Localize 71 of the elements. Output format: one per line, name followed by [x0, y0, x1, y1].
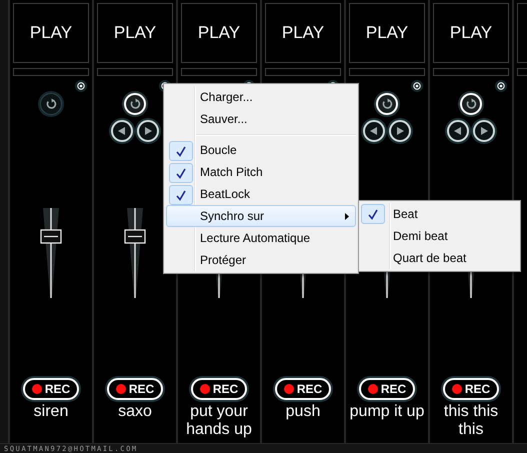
target-button[interactable]: [495, 80, 507, 92]
check-icon: [176, 190, 186, 200]
play-button[interactable]: PLAY: [349, 3, 425, 63]
menu-item[interactable]: Boucle: [166, 139, 356, 161]
menu-item[interactable]: Match Pitch: [166, 161, 356, 183]
track-name: put your hands up: [185, 403, 253, 439]
target-icon: [497, 82, 505, 90]
record-button[interactable]: REC: [107, 378, 163, 400]
checkbox[interactable]: [169, 185, 193, 205]
checkbox[interactable]: [169, 163, 193, 183]
reload-icon: [381, 98, 393, 110]
fader-thumb[interactable]: [40, 229, 62, 244]
record-button[interactable]: REC: [191, 378, 247, 400]
next-button[interactable]: [389, 120, 411, 142]
track-name: pump it up: [348, 403, 426, 421]
checkbox[interactable]: [361, 204, 385, 224]
track-name: push: [284, 403, 322, 421]
menu-item[interactable]: Synchro sur: [166, 205, 356, 227]
previous-button[interactable]: [111, 120, 133, 142]
record-icon: [116, 384, 126, 394]
record-button[interactable]: REC: [275, 378, 331, 400]
target-icon: [77, 82, 85, 90]
record-icon: [200, 384, 210, 394]
track-name: saxo: [117, 403, 153, 421]
right-arrow-icon: [478, 125, 490, 137]
menu-item[interactable]: Sauver...: [166, 108, 356, 130]
target-button[interactable]: [411, 80, 423, 92]
submenu-arrow-icon: [345, 212, 349, 220]
record-button[interactable]: REC: [23, 378, 79, 400]
play-button[interactable]: PLAY: [13, 3, 89, 63]
reload-icon: [45, 98, 57, 110]
track-name: siren: [32, 403, 70, 421]
menu-item[interactable]: Protéger: [166, 249, 356, 271]
play-button[interactable]: PLAY: [433, 3, 509, 63]
previous-button[interactable]: [363, 120, 385, 142]
left-arrow-icon: [116, 125, 128, 137]
play-button[interactable]: PLAY: [97, 3, 173, 63]
fader-thumb[interactable]: [124, 229, 146, 244]
reload-icon: [465, 98, 477, 110]
next-button[interactable]: [137, 120, 159, 142]
left-arrow-icon: [368, 125, 380, 137]
left-arrow-icon: [452, 125, 464, 137]
right-arrow-icon: [142, 125, 154, 137]
track-name: this this this: [442, 403, 500, 439]
play-button[interactable]: PLAY: [181, 3, 257, 63]
reload-icon: [129, 98, 141, 110]
check-icon: [368, 208, 378, 220]
record-icon: [368, 384, 378, 394]
record-button[interactable]: REC: [443, 378, 499, 400]
menu-item[interactable]: BeatLock: [166, 183, 356, 205]
target-icon: [413, 82, 421, 90]
menu-item[interactable]: Charger...: [166, 86, 356, 108]
menu-item[interactable]: Demi beat: [359, 225, 520, 247]
record-icon: [32, 384, 42, 394]
reload-button[interactable]: [40, 93, 62, 115]
right-arrow-icon: [394, 125, 406, 137]
checkbox[interactable]: [169, 141, 193, 161]
play-button[interactable]: PLAY: [265, 3, 341, 63]
volume-fader[interactable]: [123, 208, 147, 298]
menu-item[interactable]: Lecture Automatique: [166, 227, 356, 249]
record-icon: [284, 384, 294, 394]
menu-item[interactable]: Quart de beat: [359, 247, 520, 269]
menu-item[interactable]: Beat: [359, 203, 520, 225]
volume-fader[interactable]: [39, 208, 63, 298]
record-icon: [452, 384, 462, 394]
previous-button[interactable]: [447, 120, 469, 142]
target-button[interactable]: [75, 80, 87, 92]
next-button[interactable]: [473, 120, 495, 142]
check-icon: [176, 146, 186, 156]
check-icon: [176, 168, 186, 178]
record-button[interactable]: REC: [359, 378, 415, 400]
